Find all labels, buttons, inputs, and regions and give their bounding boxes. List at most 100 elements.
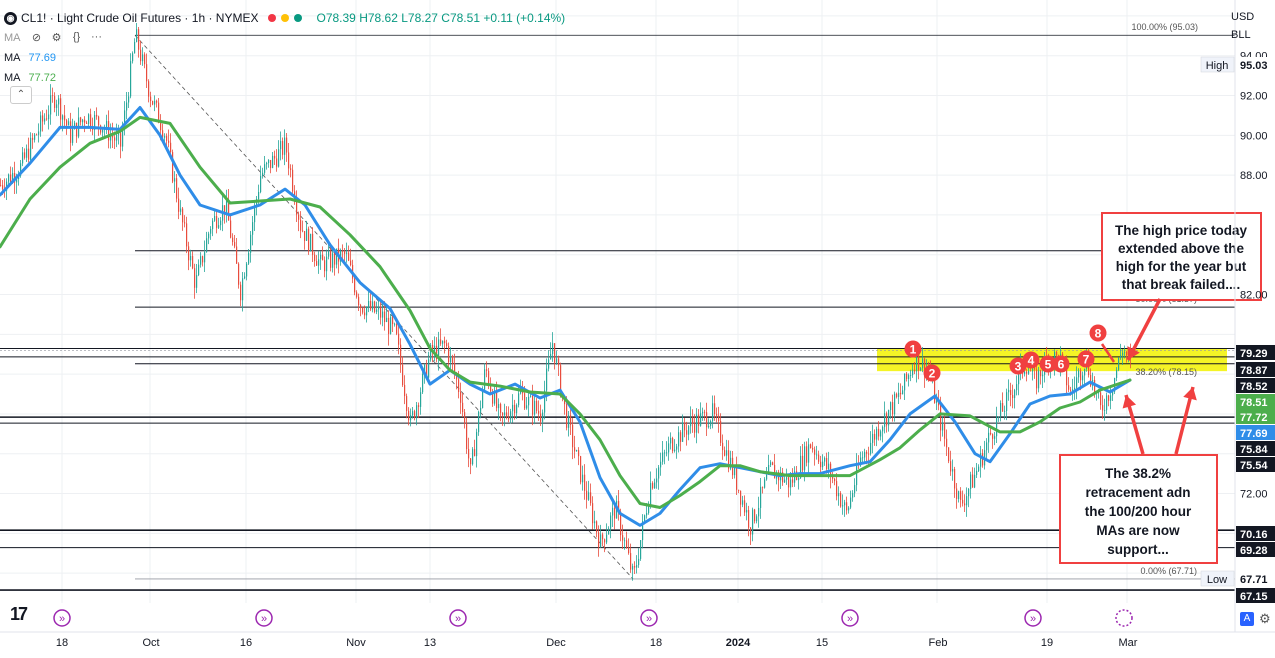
candle-body (738, 489, 740, 491)
candle-body (598, 532, 600, 548)
symbol-label[interactable]: CL1! (21, 11, 46, 25)
candle-body (462, 402, 464, 413)
candle-body (64, 115, 66, 121)
candle-body (1026, 371, 1028, 374)
event-marker-icon[interactable] (1115, 609, 1133, 627)
more-icon[interactable]: ··· (89, 31, 105, 45)
candle-body (622, 535, 624, 541)
ma-row-2[interactable]: MA 77.72 (4, 68, 565, 88)
candle-body (960, 491, 962, 500)
candle-body (464, 412, 466, 424)
candle-body (874, 433, 876, 440)
candle-body (72, 129, 74, 143)
settings-icon[interactable]: ⚙ (49, 31, 65, 45)
candle-body (808, 444, 810, 463)
candle-body (962, 499, 964, 504)
candle-body (902, 390, 904, 395)
candle-body (242, 278, 244, 301)
interval-label[interactable]: 1h (192, 11, 205, 25)
open-value: O78.39 (316, 11, 356, 25)
x-tick-label: Feb (929, 637, 948, 649)
candle-body (742, 500, 744, 505)
auto-scale-button[interactable]: A (1240, 612, 1254, 626)
candle-body (200, 256, 202, 265)
status-dot-green (294, 14, 303, 22)
candle-body (542, 412, 544, 422)
candle-body (802, 455, 804, 471)
candle-body (1076, 377, 1078, 388)
candle-body (214, 216, 216, 221)
candle-body (904, 373, 906, 391)
candle-body (234, 242, 236, 247)
ma-row-1[interactable]: MA 77.69 (4, 48, 565, 68)
candle-body (946, 438, 948, 448)
candle-body (174, 178, 176, 182)
candle-body (1074, 387, 1076, 390)
candle-body (658, 467, 660, 479)
candle-body (516, 405, 518, 414)
candle-body (310, 233, 312, 252)
candle-body (342, 251, 344, 252)
candle-body (472, 449, 474, 465)
unit-label[interactable]: BLL (1231, 26, 1271, 44)
candle-body (758, 507, 760, 517)
price-chart[interactable]: 100.00% (95.03)50.00% (81.37)38.20% (78.… (0, 0, 1275, 658)
candle-body (204, 252, 206, 263)
candle-body (584, 474, 586, 491)
candle-body (574, 447, 576, 452)
candle-body (888, 410, 890, 426)
indicator-toolbar: MA ⊘ ⚙ {} ··· (4, 28, 565, 48)
candle-body (964, 503, 966, 506)
collapse-icon[interactable]: ⌃ (10, 86, 32, 104)
candle-body (318, 259, 320, 266)
candle-body (682, 422, 684, 442)
candle-body (578, 450, 580, 457)
candle-body (180, 208, 182, 212)
gear-icon[interactable]: ⚙ (1259, 611, 1271, 627)
candle-body (1106, 395, 1108, 411)
candle-body (910, 375, 912, 376)
candle-body (680, 432, 682, 442)
candle-body (386, 317, 388, 323)
fib-label: 0.00% (67.71) (1140, 566, 1197, 576)
currency-label[interactable]: USD (1231, 8, 1271, 26)
candle-body (194, 268, 196, 288)
callout-text: retracement adn (1085, 485, 1190, 500)
candle-body (678, 432, 680, 447)
candle-body (788, 477, 790, 488)
candle-body (250, 234, 252, 253)
candle-body (50, 95, 52, 115)
candle-body (414, 411, 416, 419)
candle-body (376, 309, 378, 312)
candle-body (284, 137, 286, 155)
candle-body (1024, 371, 1026, 374)
candle-body (1078, 370, 1080, 378)
candle-body (416, 405, 418, 419)
candle-body (56, 104, 58, 108)
candle-body (398, 333, 400, 345)
candle-body (906, 373, 908, 379)
candle-body (22, 152, 24, 164)
candle-body (1124, 352, 1126, 354)
candle-body (82, 119, 84, 123)
braces-icon[interactable]: {} (69, 31, 85, 45)
symbol-row: ◉ CL1! · Light Crude Oil Futures · 1h · … (4, 8, 565, 28)
candle-body (840, 493, 842, 507)
candle-body (600, 534, 602, 548)
candle-body (460, 391, 462, 403)
currency-panel[interactable]: USD BLL (1231, 8, 1271, 44)
candle-body (52, 95, 54, 97)
price-label: 77.69 (1240, 428, 1268, 440)
candle-body (120, 132, 122, 147)
event-marker-glyph: » (847, 613, 853, 625)
candle-body (458, 379, 460, 392)
candle-body (304, 231, 306, 241)
y-tick-label: 92.00 (1240, 91, 1268, 103)
eye-off-icon[interactable]: ⊘ (29, 31, 45, 45)
candle-body (1000, 403, 1002, 417)
candle-body (344, 251, 346, 254)
candle-body (266, 162, 268, 165)
candle-body (724, 450, 726, 456)
candle-body (838, 493, 840, 497)
price-label: 70.16 (1240, 529, 1268, 541)
